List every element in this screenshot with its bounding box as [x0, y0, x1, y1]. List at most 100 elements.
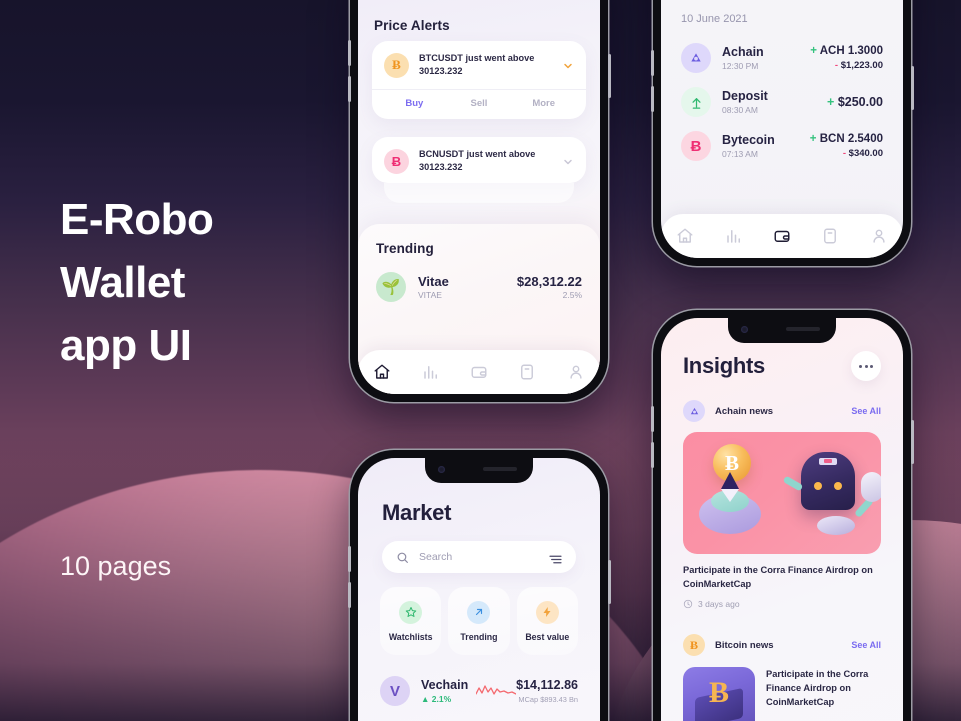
sign-positive: +	[809, 133, 817, 145]
market-coin-list: V Vechain ▲ 2.1% $14,112.86 MCap $893.43…	[380, 668, 578, 721]
sign-positive: +	[827, 95, 835, 109]
phone-volume-down-button[interactable]	[650, 86, 654, 112]
price-alerts-screen: Ƀ Try Now Price Alerts Ƀ BTCUSDT just we…	[358, 0, 600, 394]
wallet-icon[interactable]	[773, 227, 791, 245]
home-icon[interactable]	[373, 363, 391, 381]
document-icon[interactable]	[821, 227, 839, 245]
phone-volume-down-button[interactable]	[650, 442, 654, 468]
feed-header: Ƀ Bitcoin news See All	[683, 634, 881, 656]
amount-value: $250.00	[837, 95, 883, 109]
hero-line-3: app UI	[60, 321, 192, 370]
coin-name: Vitae	[418, 274, 449, 289]
wallet-icon[interactable]	[470, 363, 488, 381]
bottom-navigation	[358, 350, 600, 394]
see-all-link[interactable]: See All	[851, 406, 881, 416]
phone-market: Market Search Watchlists Trending Best v…	[347, 450, 611, 721]
hero-line-1: E-Robo	[60, 195, 214, 244]
transaction-name: Achain	[722, 45, 764, 59]
fiat-value: $340.00	[848, 148, 883, 159]
search-input[interactable]: Search	[382, 541, 576, 573]
earpiece-speaker	[483, 467, 517, 471]
person-icon[interactable]	[870, 227, 888, 245]
news-thumbnail-large[interactable]: Ƀ	[683, 432, 881, 554]
phone-price-alerts: Ƀ Try Now Price Alerts Ƀ BTCUSDT just we…	[347, 0, 611, 402]
category-label: Trending	[460, 631, 498, 642]
alert-message: BTCUSDT just went above 30123.232	[419, 53, 535, 76]
alert-card-btcusdt[interactable]: Ƀ BTCUSDT just went above 30123.232 Buy …	[372, 41, 586, 119]
phone-volume-up-button[interactable]	[347, 40, 351, 66]
dot	[870, 364, 873, 368]
transaction-name: Bytecoin	[722, 133, 775, 147]
phone-volume-up-button[interactable]	[650, 50, 654, 76]
phone-volume-up-button[interactable]	[650, 406, 654, 432]
transaction-row[interactable]: Ƀ Bytecoin 07:13 AM + BCN 2.5400 - $340.…	[681, 131, 883, 161]
chevron-down-icon[interactable]	[562, 59, 574, 71]
phone-volume-down-button[interactable]	[347, 582, 351, 608]
alert-card-bcnusdt[interactable]: Ƀ BCNUSDT just went above 30123.232	[372, 137, 586, 183]
news-headline[interactable]: Participate in the Corra Finance Airdrop…	[683, 564, 881, 591]
transaction-amount: + ACH 1.3000	[810, 45, 883, 57]
alert-actions: Buy Sell More	[372, 89, 586, 119]
transactions-screen: 10 June 2021 Achain 12:30 PM + ACH 1.300…	[661, 0, 903, 258]
coin-name: Vechain	[421, 678, 469, 692]
phone-volume-down-button[interactable]	[347, 76, 351, 102]
trending-row-vitae[interactable]: 🌱 Vitae VITAE $28,312.22 2.5%	[376, 272, 582, 302]
buy-button[interactable]: Buy	[382, 98, 447, 109]
feed-source: Bitcoin news	[715, 639, 774, 651]
news-meta: 3 days ago	[683, 599, 881, 609]
more-options-button[interactable]	[851, 351, 881, 381]
transaction-row[interactable]: Deposit 08:30 AM + $250.00	[681, 87, 883, 117]
home-icon[interactable]	[676, 227, 694, 245]
robot-eye-right	[834, 482, 842, 490]
robot-side-pod	[861, 472, 881, 502]
coin-row-bitcoin[interactable]: Ƀ Bitcoin ▲ 1.9% $28,122.80 MCap $612.77…	[380, 714, 578, 721]
person-icon[interactable]	[567, 363, 585, 381]
bolt-icon	[535, 600, 559, 624]
transaction-fiat: - $340.00	[810, 148, 883, 159]
transaction-row[interactable]: Achain 12:30 PM + ACH 1.3000 - $1,223.00	[681, 43, 883, 73]
coin-symbol: VITAE	[418, 290, 442, 300]
phone-power-button[interactable]	[910, 66, 914, 110]
achain-icon	[683, 400, 705, 422]
price-alerts-title: Price Alerts	[374, 18, 450, 33]
fiat-value: $1,223.00	[840, 60, 883, 71]
chart-icon[interactable]	[725, 227, 743, 245]
feed-bitcoin: Ƀ Bitcoin news See All Ƀ Participate in …	[683, 634, 881, 721]
sign-negative: -	[834, 60, 839, 71]
market-category-list: Watchlists Trending Best value	[380, 587, 578, 655]
robot-light	[824, 459, 832, 463]
transaction-amount: + BCN 2.5400	[810, 133, 883, 145]
page-title: Insights	[683, 353, 765, 378]
chart-icon[interactable]	[422, 363, 440, 381]
see-all-link[interactable]: See All	[851, 640, 881, 650]
category-watchlists[interactable]: Watchlists	[380, 587, 442, 655]
phone-power-button[interactable]	[607, 54, 611, 98]
category-best-value[interactable]: Best value	[516, 587, 578, 655]
dot	[859, 364, 862, 368]
coin-row-vechain[interactable]: V Vechain ▲ 2.1% $14,112.86 MCap $893.43…	[380, 668, 578, 714]
robot-base-dish	[817, 516, 855, 535]
vechain-icon: V	[380, 676, 410, 706]
alert-row: Ƀ BCNUSDT just went above 30123.232	[372, 137, 586, 185]
alert-card-stack-shadow	[384, 183, 574, 203]
amount-value: ACH 1.3000	[819, 45, 883, 57]
filter-icon[interactable]	[549, 552, 562, 563]
news-item-small[interactable]: Ƀ Participate in the Corra Finance Airdr…	[683, 667, 881, 721]
feed-header: Achain news See All	[683, 400, 881, 422]
phone-power-button[interactable]	[910, 420, 914, 464]
coin-change: 2.5%	[562, 290, 582, 300]
phone-volume-up-button[interactable]	[347, 546, 351, 572]
category-trending[interactable]: Trending	[448, 587, 510, 655]
sell-button[interactable]: Sell	[447, 98, 512, 109]
earpiece-speaker	[786, 327, 820, 331]
feed-achain: Achain news See All Ƀ Participate in the…	[683, 400, 881, 609]
bytecoin-icon: Ƀ	[384, 148, 409, 174]
phone-power-button[interactable]	[607, 560, 611, 604]
transaction-amount: + $250.00	[827, 95, 883, 109]
chevron-down-icon[interactable]	[562, 155, 574, 167]
document-icon[interactable]	[518, 363, 536, 381]
bitcoin-icon: Ƀ	[683, 634, 705, 656]
more-button[interactable]: More	[511, 98, 576, 109]
news-headline: Participate in the Corra Finance Airdrop…	[766, 669, 869, 707]
news-thumbnail-small: Ƀ	[683, 667, 755, 721]
